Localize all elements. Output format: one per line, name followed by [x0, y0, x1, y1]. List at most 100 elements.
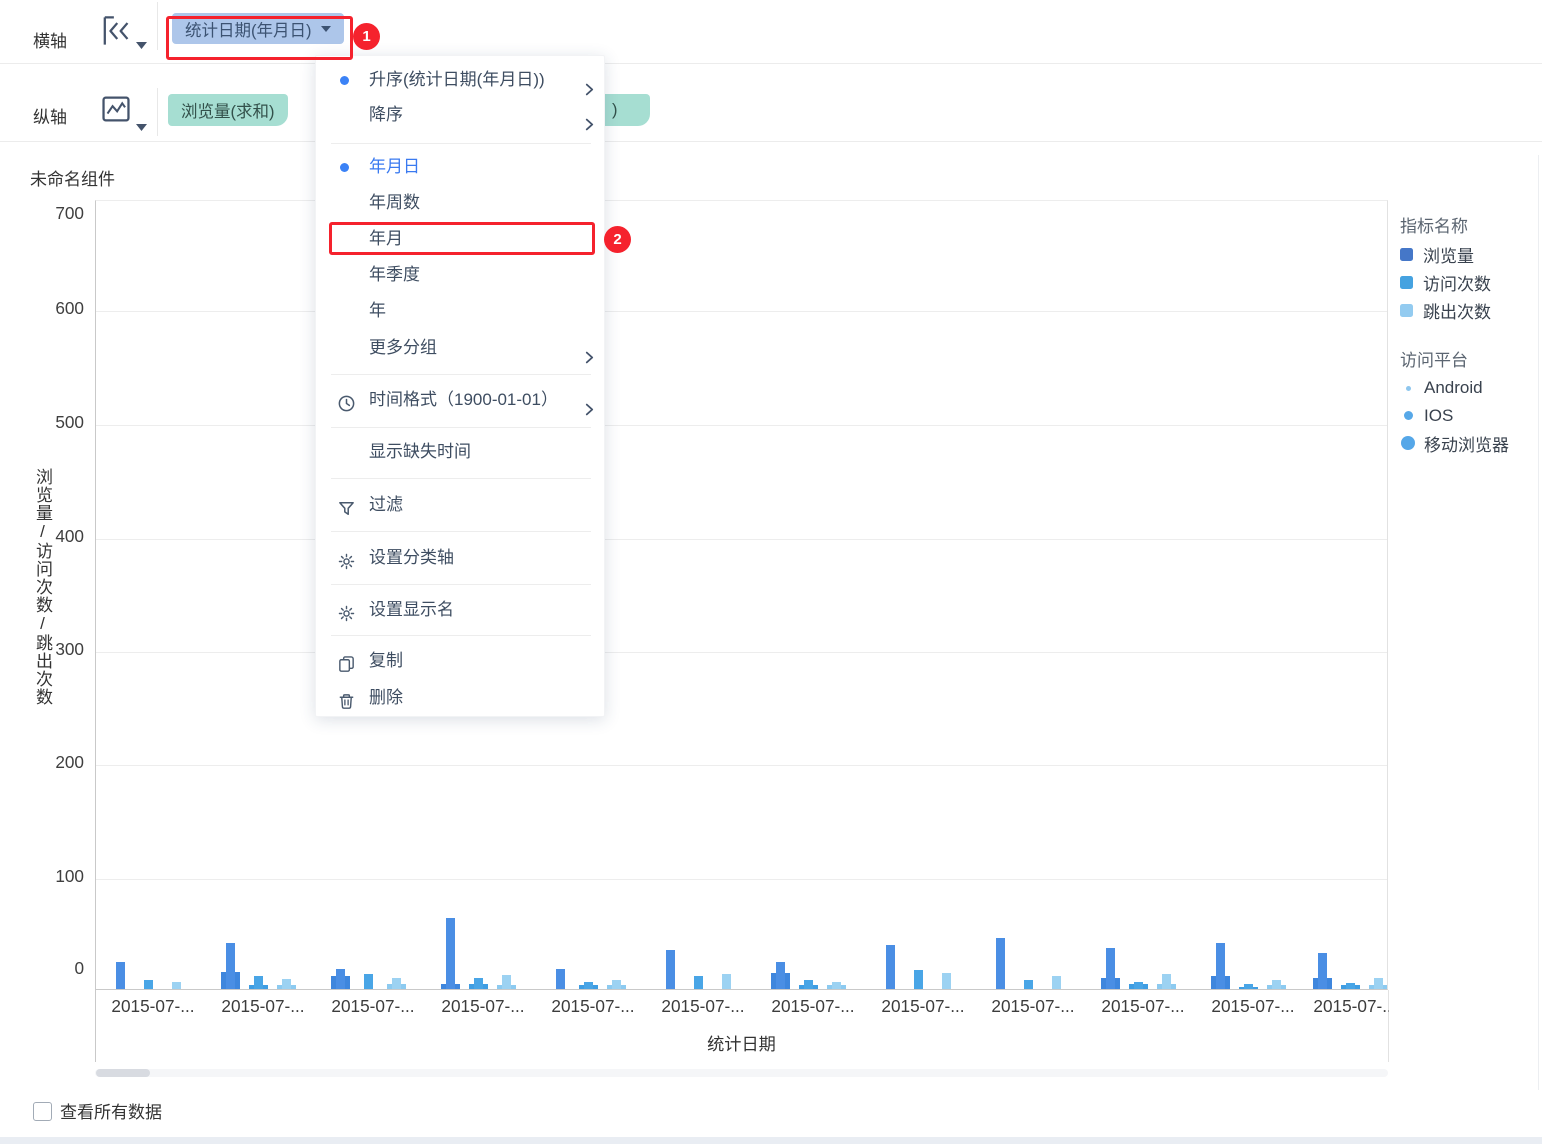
menu-item-label: 年月日 [369, 157, 420, 176]
bar[interactable] [115, 962, 125, 989]
bar[interactable] [391, 978, 401, 989]
panel-edge [1538, 155, 1539, 1090]
legend-metric-header: 指标名称 [1400, 217, 1468, 236]
chart-horizontal-scrollbar[interactable] [95, 1069, 1388, 1077]
measure-field-pill-label: 浏览量(求和) [181, 103, 275, 121]
legend-color-swatch [1400, 247, 1413, 261]
bar[interactable] [1271, 980, 1281, 989]
bar[interactable] [775, 962, 785, 989]
menu-item-6[interactable]: 年季度 [316, 257, 604, 293]
bar[interactable] [445, 918, 455, 989]
bar[interactable] [1161, 974, 1171, 989]
legend-metric-item[interactable]: 浏览量 [1400, 243, 1474, 266]
bar[interactable] [831, 982, 841, 989]
menu-item-9[interactable]: 时间格式（1900-01-01） [316, 382, 604, 418]
menu-item-5[interactable]: 年月 [316, 221, 604, 257]
bar[interactable] [1215, 943, 1225, 989]
category-axis-type-icon[interactable] [98, 14, 132, 48]
chevron-down-icon[interactable] [136, 36, 147, 54]
bar[interactable] [1243, 984, 1253, 989]
menu-item-7[interactable]: 年 [316, 293, 604, 329]
gridline [96, 311, 1387, 312]
x-tick-label: 2015-07-... [1313, 996, 1389, 1016]
menu-item-4[interactable]: 年周数 [316, 185, 604, 221]
bar[interactable] [721, 974, 731, 989]
bar[interactable] [885, 945, 895, 989]
menu-item-label: 设置分类轴 [369, 548, 454, 567]
menu-item-3[interactable]: 年月日 [316, 149, 604, 185]
x-tick-label: 2015-07-... [991, 996, 1075, 1016]
widget-title: 未命名组件 [30, 170, 115, 189]
legend-platform-item[interactable]: IOS [1400, 405, 1453, 427]
bar[interactable] [1317, 953, 1327, 989]
bar[interactable] [1133, 982, 1143, 989]
bar[interactable] [1051, 976, 1061, 989]
gridline [96, 652, 1387, 653]
menu-item-2[interactable]: 降序 [316, 97, 604, 133]
legend-metric-item[interactable]: 访问次数 [1400, 271, 1491, 294]
menu-item-1[interactable]: 升序(统计日期(年月日)) [316, 62, 604, 98]
view-all-data-checkbox[interactable] [33, 1102, 52, 1121]
menu-item-11[interactable]: 过滤 [316, 487, 604, 523]
bar[interactable] [335, 969, 345, 989]
menu-item-10[interactable]: 显示缺失时间 [316, 434, 604, 470]
y-tick-label: 200 [55, 752, 84, 772]
menu-item-label: 删除 [369, 688, 403, 707]
legend-metric-item[interactable]: 跳出次数 [1400, 299, 1491, 322]
chevron-down-icon[interactable] [136, 118, 147, 136]
menu-item-label: 升序(统计日期(年月日)) [369, 70, 545, 89]
bar[interactable] [1373, 978, 1383, 989]
gridline [96, 879, 1387, 880]
menu-divider [331, 478, 591, 479]
menu-item-label: 年 [369, 301, 386, 320]
bar[interactable] [501, 975, 511, 989]
scrollbar-thumb[interactable] [96, 1069, 150, 1077]
menu-item-15[interactable]: 删除 [316, 680, 604, 716]
y-tick-label: 700 [55, 203, 84, 223]
bar[interactable] [253, 976, 263, 989]
bar[interactable] [473, 978, 483, 989]
bar[interactable] [363, 974, 373, 989]
bar[interactable] [281, 979, 291, 989]
divider [157, 2, 158, 50]
chevron-right-icon [583, 341, 596, 364]
menu-item-8[interactable]: 更多分组 [316, 330, 604, 366]
bar[interactable] [665, 950, 675, 989]
legend-platform-item[interactable]: 移动浏览器 [1400, 432, 1509, 455]
bar[interactable] [1023, 980, 1033, 989]
bar[interactable] [995, 938, 1005, 989]
bar[interactable] [583, 982, 593, 989]
x-tick-label: 2015-07-... [551, 996, 635, 1016]
bar[interactable] [1345, 983, 1355, 989]
bar[interactable] [225, 943, 235, 989]
bar[interactable] [941, 973, 951, 989]
bar[interactable] [171, 982, 181, 989]
bar[interactable] [693, 976, 703, 989]
menu-divider [331, 143, 591, 144]
bar[interactable] [611, 980, 621, 989]
caret-down-icon [320, 25, 331, 32]
selected-bullet-icon [340, 76, 349, 85]
measure-field-pill-partial[interactable]: ) [605, 94, 650, 126]
menu-item-13[interactable]: 设置显示名 [316, 592, 604, 628]
date-field-pill[interactable]: 统计日期(年月日) [172, 13, 344, 44]
chevron-right-icon [583, 393, 596, 416]
value-axis-type-icon[interactable] [99, 92, 133, 126]
legend-platform-label: IOS [1424, 405, 1454, 425]
y-tick-label: 300 [55, 639, 84, 659]
bar[interactable] [1105, 948, 1115, 989]
legend-platform-item[interactable]: Android [1400, 377, 1483, 399]
bar[interactable] [913, 970, 923, 989]
legend-bubble-icon [1403, 411, 1413, 420]
y-tick-label: 0 [74, 958, 84, 978]
menu-item-12[interactable]: 设置分类轴 [316, 540, 604, 576]
x-tick-label: 2015-07-... [771, 996, 855, 1016]
bar[interactable] [803, 980, 813, 989]
gear-icon [337, 548, 356, 570]
bar[interactable] [143, 980, 153, 989]
menu-item-14[interactable]: 复制 [316, 643, 604, 679]
bar[interactable] [555, 969, 565, 989]
x-tick-label: 2015-07-... [331, 996, 415, 1016]
measure-field-pill[interactable]: 浏览量(求和) [168, 94, 288, 126]
annotation-badge-step1: 1 [353, 23, 380, 50]
